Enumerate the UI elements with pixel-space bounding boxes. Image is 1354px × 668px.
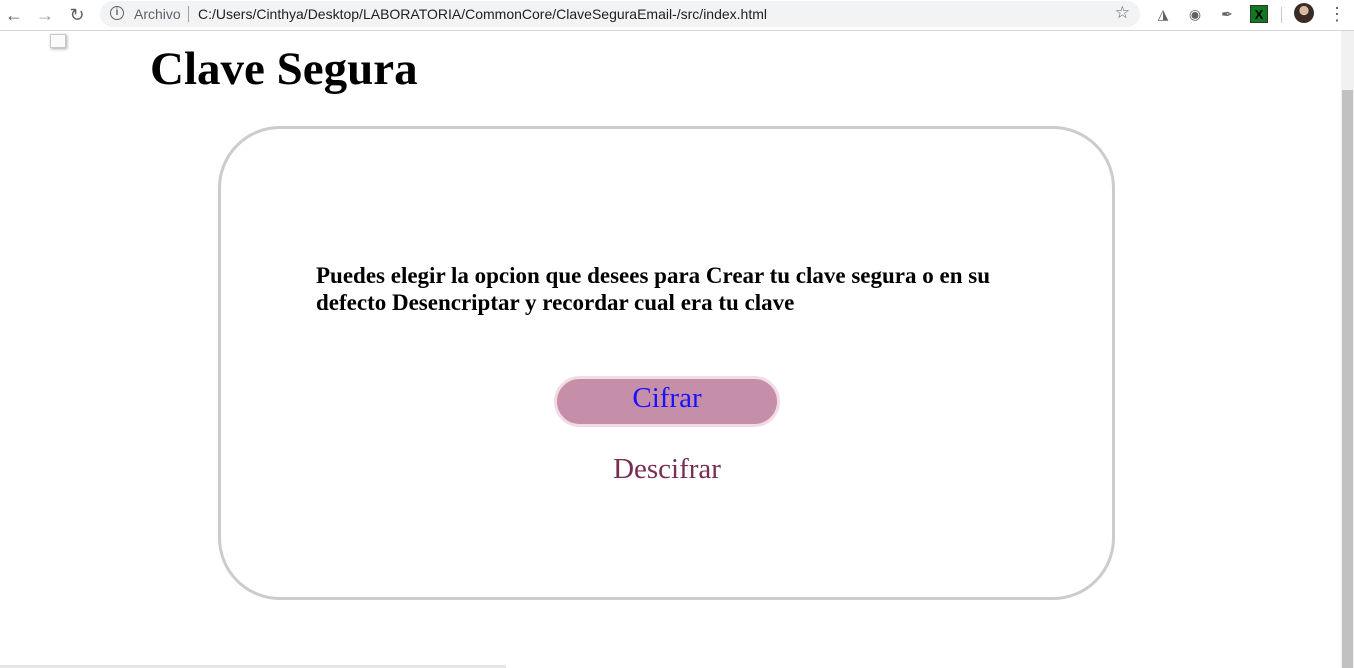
broken-image-icon <box>50 34 66 48</box>
reload-icon[interactable]: ↻ <box>66 4 88 26</box>
cifrar-button[interactable]: Cifrar <box>554 376 780 427</box>
menu-dots-icon[interactable]: ⋮ <box>1328 4 1346 25</box>
pocket-icon[interactable]: ◮ <box>1154 5 1172 23</box>
browser-toolbar: ← → ↻ i Archivo C:/Users/Cinthya/Desktop… <box>0 0 1354 31</box>
address-bar[interactable]: i Archivo C:/Users/Cinthya/Desktop/LABOR… <box>100 1 1140 27</box>
description-text: Puedes elegir la opcion que desees para … <box>316 263 990 315</box>
omnibox-separator <box>188 6 189 22</box>
extension-x-icon[interactable]: X <box>1250 5 1268 23</box>
back-arrow-icon[interactable]: ← <box>3 4 25 26</box>
info-icon[interactable]: i <box>110 6 124 20</box>
eyedropper-icon[interactable]: ✒ <box>1218 5 1236 23</box>
page-title: Clave Segura <box>150 43 418 95</box>
url-text[interactable]: C:/Users/Cinthya/Desktop/LABORATORIA/Com… <box>198 6 767 22</box>
descifrar-button[interactable]: Descifrar <box>560 450 774 488</box>
toolbar-separator <box>1281 7 1282 23</box>
tomato-icon[interactable]: ◉ <box>1186 5 1204 23</box>
options-card <box>218 126 1115 600</box>
scrollbar-thumb[interactable] <box>1342 90 1353 668</box>
star-icon[interactable]: ☆ <box>1115 3 1130 23</box>
scheme-label: Archivo <box>134 6 181 22</box>
forward-arrow-icon[interactable]: → <box>34 4 56 26</box>
avatar[interactable] <box>1294 3 1314 23</box>
